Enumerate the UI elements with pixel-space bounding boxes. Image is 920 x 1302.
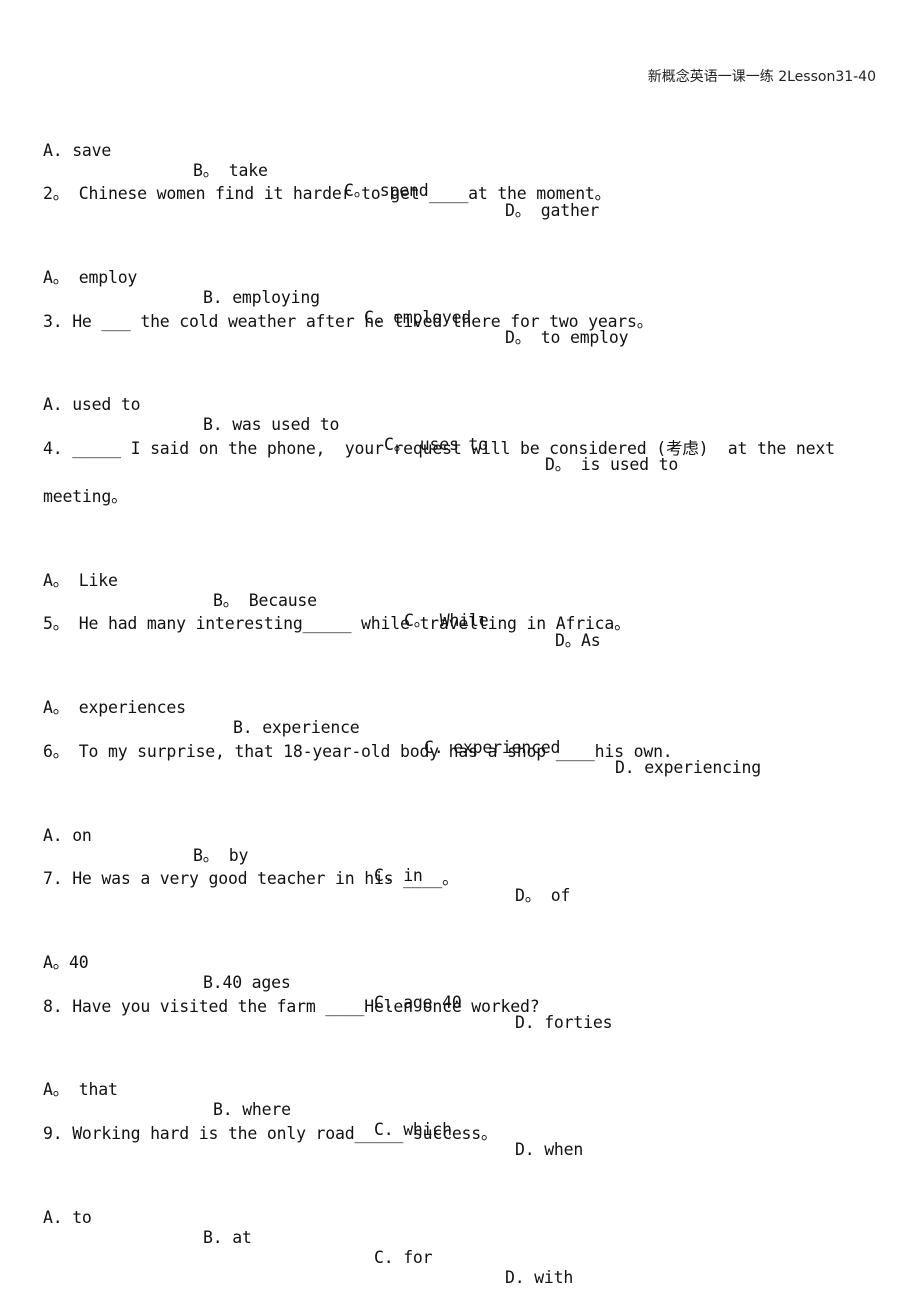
option-a: A. to [43,1208,92,1227]
question-4-continuation: meeting。 [43,487,128,506]
option-d: D. when [515,1140,584,1159]
question-6: 6。 To my surprise, that 18-year-old body… [43,742,673,761]
page-header-title: 新概念英语一课一练 2Lesson31-40 [647,69,876,85]
options-row-q5: A。 experiences B. experience C. experien… [43,678,761,778]
option-b: B。 take [193,161,268,180]
options-row-q9: A. to B. at C. for D. with [43,1188,573,1288]
options-row-q8: A。 that B. where C. which D. when [43,1060,583,1160]
option-b: B. experience [233,718,360,737]
option-a: A。 that [43,1080,118,1099]
option-d: D。As [555,631,601,650]
option-b: B.40 ages [203,973,291,992]
option-a: A。40 [43,953,89,972]
question-8: 8. Have you visited the farm ____Helen o… [43,997,540,1016]
question-9: 9. Working hard is the only road_____ su… [43,1124,498,1143]
question-3: 3. He ___ the cold weather after he live… [43,312,654,331]
options-row-q7: A。40 B.40 ages C. age 40 D. forties [43,933,613,1033]
option-a: A。 Like [43,571,118,590]
option-a: A. used to [43,395,141,414]
options-row-q4: A。 Like B。 Because C。 While D。As [43,551,601,651]
question-5: 5。 He had many interesting_____ while tr… [43,614,631,633]
question-2: 2。 Chinese women find it harder to get _… [43,184,611,203]
option-a: A。 employ [43,268,138,287]
options-row-q6: A. on B。 by C. in D。 of [43,806,570,906]
option-b: B。 Because [213,591,317,610]
option-c: C. for [374,1248,433,1267]
option-a: A. save [43,141,112,160]
option-d: D。 of [515,886,571,905]
option-b: B. where [213,1100,291,1119]
question-4: 4. _____ I said on the phone, your reque… [43,439,835,458]
options-row-q1: A. save B。 take C。 spend D。 gather [43,121,599,221]
option-a: A. on [43,826,92,845]
option-b: B. employing [203,288,320,307]
option-b: B. was used to [203,415,340,434]
option-b: B。 by [193,846,249,865]
option-d: D。 gather [505,201,600,220]
option-d: D. with [505,1268,574,1287]
option-b: B. at [203,1228,252,1247]
option-a: A。 experiences [43,698,186,717]
question-7: 7. He was a very good teacher in his ___… [43,869,459,888]
options-row-q3: A. used to B. was used to C。 uses to D。 … [43,375,678,475]
options-row-q2: A。 employ B. employing C. employed D。 to… [43,248,629,348]
